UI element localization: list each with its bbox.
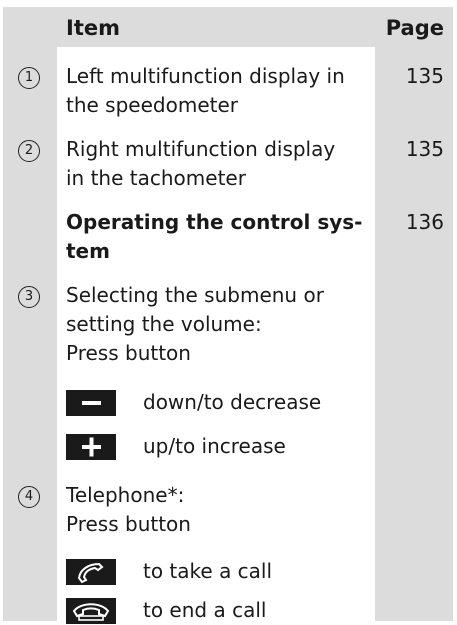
row5-text-line1: Telephone*:	[66, 483, 185, 507]
minus-icon	[66, 390, 116, 416]
number-column-bg	[3, 47, 57, 621]
item-number-1: 1	[18, 67, 40, 89]
plus-icon	[66, 434, 116, 460]
minus-label: down/to decrease	[143, 390, 322, 414]
plus-label: up/to increase	[143, 434, 286, 458]
row1-page: 135	[405, 64, 444, 88]
phone-pickup-icon	[66, 559, 116, 585]
row4-text-line2: setting the volume:	[66, 312, 262, 336]
item-number-3: 3	[18, 286, 40, 308]
row2-text-line1: Right multifunction display	[66, 137, 336, 161]
header-item: Item	[66, 16, 120, 40]
item-number-2: 2	[18, 140, 40, 162]
take-call-label: to take a call	[143, 559, 273, 583]
row1-text-line1: Left multifunction display in	[66, 64, 345, 88]
row4-text-line3: Press button	[66, 341, 191, 365]
row3-page: 136	[405, 210, 444, 234]
row5-text-line2: Press button	[66, 512, 191, 536]
phone-hangup-icon	[66, 598, 116, 624]
row2-page: 135	[405, 137, 444, 161]
page-column-bg	[375, 47, 453, 621]
row1-text-line2: the speedometer	[66, 93, 238, 117]
row2-text-line2: in the tachometer	[66, 166, 246, 190]
row4-text-line1: Selecting the submenu or	[66, 283, 324, 307]
header-page: Page	[385, 16, 444, 40]
item-page-table: Item Page 1 Left multifunction display i…	[3, 7, 453, 624]
row3-text-line1: Operating the control sys-	[66, 210, 363, 234]
table-header: Item Page	[3, 7, 453, 47]
item-number-4: 4	[18, 486, 40, 508]
row3-text-line2: tem	[66, 239, 110, 263]
